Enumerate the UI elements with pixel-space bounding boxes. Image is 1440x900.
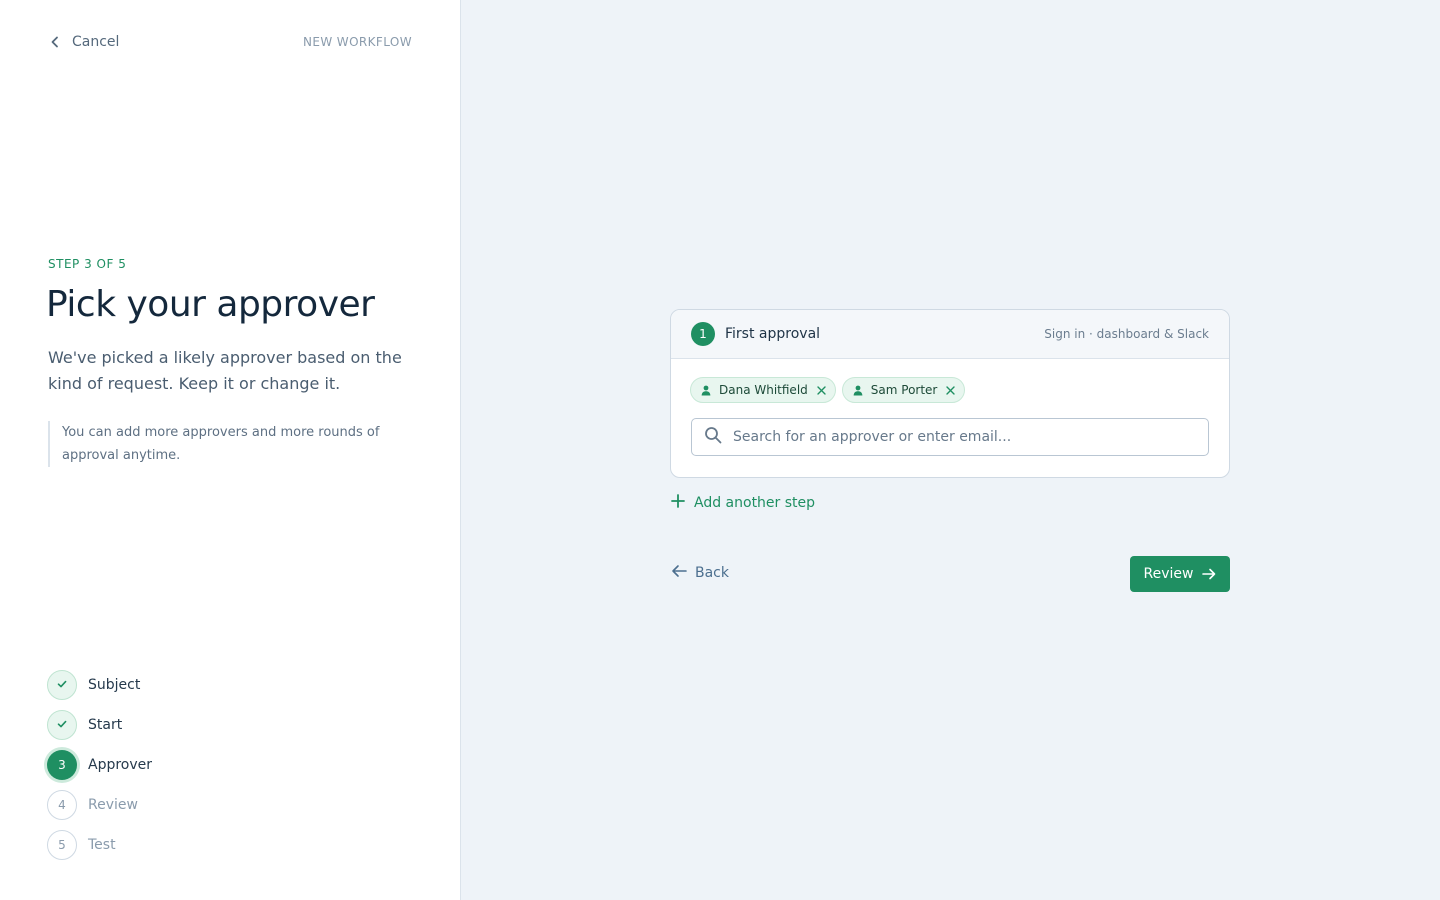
page-title: Pick your approver <box>46 284 375 325</box>
search-icon <box>704 426 722 448</box>
remove-approver-icon[interactable] <box>817 385 826 395</box>
step-item-test[interactable]: 5 Test <box>47 830 347 860</box>
card-body: Dana Whitfield Sam Porter <box>671 359 1229 476</box>
review-button[interactable]: Review <box>1130 556 1230 592</box>
step-number-circle: 5 <box>47 830 77 860</box>
step-label: Subject <box>88 677 141 693</box>
sidebar-panel: Cancel NEW WORKFLOW STEP 3 OF 5 Pick you… <box>0 0 461 900</box>
cancel-button[interactable]: Cancel <box>48 34 119 50</box>
approver-chip: Sam Porter <box>841 377 966 403</box>
step-label: Test <box>88 837 116 853</box>
back-button[interactable]: Back <box>671 563 729 582</box>
approval-step-card: 1 First approval Sign in · dashboard & S… <box>670 309 1230 478</box>
check-icon <box>56 678 68 693</box>
user-icon <box>701 381 711 400</box>
approver-chip: Dana Whitfield <box>690 377 836 403</box>
approver-search-input[interactable] <box>733 429 1173 445</box>
approver-name: Dana Whitfield <box>719 383 808 397</box>
arrow-right-icon <box>1202 565 1216 584</box>
info-note: You can add more approvers and more roun… <box>48 421 398 467</box>
approver-chip-list: Dana Whitfield Sam Porter <box>690 377 1209 404</box>
remove-approver-icon[interactable] <box>946 385 956 395</box>
step-number-circle: 3 <box>47 750 77 780</box>
step-number-circle: 4 <box>47 790 77 820</box>
approval-number-badge: 1 <box>691 322 715 346</box>
step-item-subject[interactable]: Subject <box>47 670 347 700</box>
arrow-left-icon <box>671 563 687 582</box>
chevron-left-icon <box>48 35 62 49</box>
step-counter: STEP 3 OF 5 <box>48 257 127 271</box>
card-header: 1 First approval Sign in · dashboard & S… <box>671 310 1229 359</box>
plus-icon <box>671 493 685 512</box>
step-label: Review <box>88 797 138 813</box>
user-icon <box>853 381 863 400</box>
step-item-approver[interactable]: 3 Approver <box>47 750 347 780</box>
step-item-start[interactable]: Start <box>47 710 347 740</box>
add-step-button[interactable]: Add another step <box>671 493 815 512</box>
top-bar: Cancel NEW WORKFLOW <box>48 31 412 53</box>
step-status-circle <box>47 710 77 740</box>
approver-name: Sam Porter <box>870 383 938 397</box>
step-item-review[interactable]: 4 Review <box>47 790 347 820</box>
cancel-label: Cancel <box>72 34 120 50</box>
workflow-section-label: NEW WORKFLOW <box>302 35 412 49</box>
step-label: Approver <box>88 757 153 773</box>
approver-search-box <box>691 418 1209 456</box>
check-icon <box>56 718 68 733</box>
page-description: We've picked a likely approver based on … <box>48 348 402 393</box>
step-list: Subject Start 3 Approver 4 Review 5 Test <box>47 670 347 870</box>
approval-channels: Sign in · dashboard & Slack <box>1044 327 1209 341</box>
review-label: Review <box>1143 566 1194 582</box>
step-status-circle <box>47 670 77 700</box>
step-label: Start <box>88 717 123 733</box>
back-label: Back <box>695 564 729 581</box>
approval-title: First approval <box>725 326 821 342</box>
add-step-label: Add another step <box>694 494 816 511</box>
